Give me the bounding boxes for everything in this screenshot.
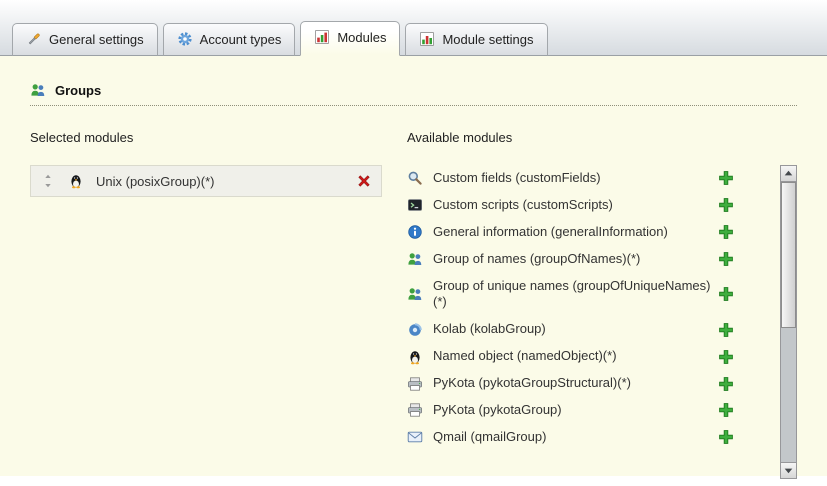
available-module-label: PyKota (pykotaGroup)	[433, 402, 718, 419]
tab[interactable]: Module settings	[405, 23, 547, 56]
available-module-label: Group of names (groupOfNames)(*)	[433, 251, 718, 268]
modules-columns: Selected modules Unix (posixGroup)(*)	[30, 130, 797, 479]
available-module-label: Custom scripts (customScripts)	[433, 197, 718, 214]
tab-label: Modules	[337, 30, 386, 45]
add-module-button[interactable]	[718, 197, 734, 213]
available-module-row: Named object (namedObject)(*)	[407, 343, 768, 370]
group-icon	[30, 82, 46, 98]
gear-icon	[177, 31, 193, 47]
tab-label: Account types	[200, 32, 282, 47]
add-module-button[interactable]	[718, 170, 734, 186]
tux-icon	[407, 349, 423, 365]
add-module-button[interactable]	[718, 251, 734, 267]
available-module-row: Group of names (groupOfNames)(*)	[407, 246, 768, 273]
scrollbar-thumb[interactable]	[781, 182, 796, 328]
group-icon	[407, 286, 423, 302]
info-icon	[407, 224, 423, 240]
terminal-icon	[407, 197, 423, 213]
mail-icon	[407, 429, 423, 445]
available-module-row: Custom scripts (customScripts)	[407, 192, 768, 219]
tab[interactable]: Account types	[163, 23, 296, 56]
selected-module-label: Unix (posixGroup)(*)	[96, 174, 356, 189]
remove-module-button[interactable]	[356, 173, 372, 189]
scroll-up-button[interactable]	[781, 166, 796, 182]
sort-handle-icon[interactable]	[40, 173, 56, 189]
add-module-button[interactable]	[718, 376, 734, 392]
available-module-row: Group of unique names (groupOfUniqueName…	[407, 273, 768, 317]
available-module-label: Group of unique names (groupOfUniqueName…	[433, 278, 718, 312]
tools-icon	[26, 31, 42, 47]
printer-icon	[407, 376, 423, 392]
scrollbar-track[interactable]	[781, 182, 796, 462]
available-module-row: PyKota (pykotaGroup)	[407, 397, 768, 424]
scrollbar[interactable]	[780, 165, 797, 479]
selected-modules-column: Selected modules Unix (posixGroup)(*)	[30, 130, 382, 479]
available-module-label: General information (generalInformation)	[433, 224, 718, 241]
section-title: Groups	[55, 83, 101, 98]
module-settings-icon	[419, 31, 435, 47]
add-module-button[interactable]	[718, 429, 734, 445]
available-module-row: Kolab (kolabGroup)	[407, 316, 768, 343]
add-module-button[interactable]	[718, 322, 734, 338]
selected-modules-list: Unix (posixGroup)(*)	[30, 165, 382, 197]
available-modules-wrap: Custom fields (customFields) Custom	[407, 165, 797, 479]
available-module-row: PyKota (pykotaGroupStructural)(*)	[407, 370, 768, 397]
printer-icon	[407, 402, 423, 418]
add-module-button[interactable]	[718, 349, 734, 365]
group-icon	[407, 251, 423, 267]
available-module-row: Qmail (qmailGroup)	[407, 424, 768, 451]
tab[interactable]: General settings	[12, 23, 158, 56]
modules-icon	[314, 29, 330, 45]
kolab-icon	[407, 322, 423, 338]
available-module-row: General information (generalInformation)	[407, 219, 768, 246]
available-module-label: Kolab (kolabGroup)	[433, 321, 718, 338]
tab-bar: General settings Account types Modules	[0, 0, 827, 56]
tab-label: Module settings	[442, 32, 533, 47]
available-module-label: Named object (namedObject)(*)	[433, 348, 718, 365]
available-module-label: Custom fields (customFields)	[433, 170, 718, 187]
available-module-label: PyKota (pykotaGroupStructural)(*)	[433, 375, 718, 392]
available-module-row: Custom fields (customFields)	[407, 165, 768, 192]
content-area: Groups Selected modules	[0, 56, 827, 476]
tux-icon	[68, 173, 84, 189]
available-module-label: Qmail (qmailGroup)	[433, 429, 718, 446]
tab[interactable]: Modules	[300, 21, 400, 56]
magnifier-icon	[407, 170, 423, 186]
section-header: Groups	[30, 82, 797, 106]
lam-configuration-page: General settings Account types Modules	[0, 0, 827, 486]
available-modules-column: Available modules Custom fields (customF…	[407, 130, 797, 479]
available-modules-heading: Available modules	[407, 130, 797, 145]
selected-modules-heading: Selected modules	[30, 130, 382, 145]
selected-module-row: Unix (posixGroup)(*)	[30, 165, 382, 197]
add-module-button[interactable]	[718, 402, 734, 418]
available-modules-list: Custom fields (customFields) Custom	[407, 165, 780, 479]
add-module-button[interactable]	[718, 286, 734, 302]
add-module-button[interactable]	[718, 224, 734, 240]
scroll-down-button[interactable]	[781, 462, 796, 478]
tab-label: General settings	[49, 32, 144, 47]
